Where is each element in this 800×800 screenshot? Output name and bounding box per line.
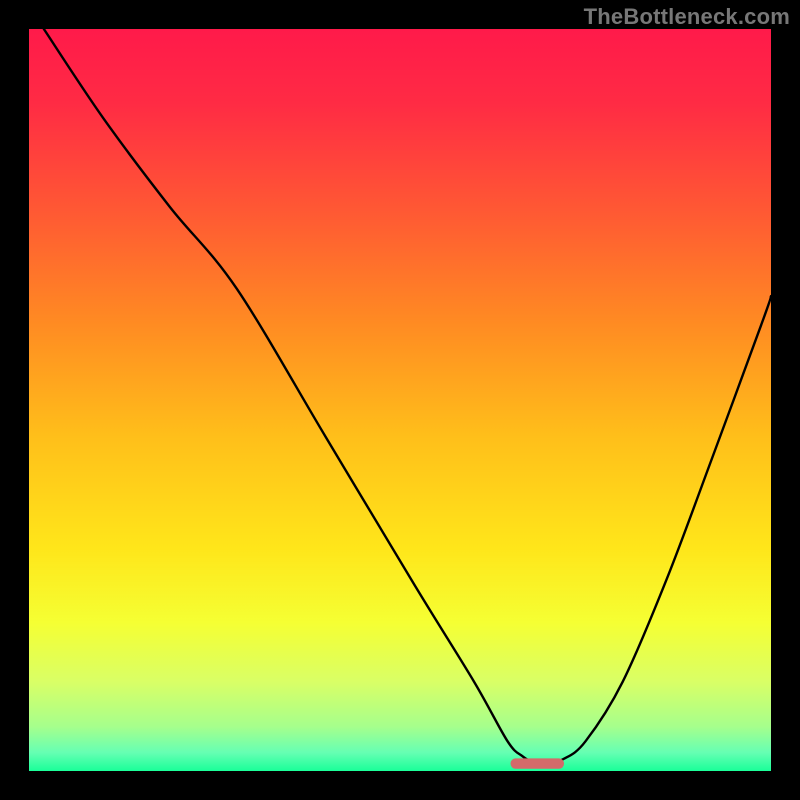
plot-area — [29, 29, 771, 771]
gradient-background — [29, 29, 771, 771]
watermark-text: TheBottleneck.com — [584, 4, 790, 30]
plot-svg — [29, 29, 771, 771]
chart-frame: TheBottleneck.com — [0, 0, 800, 800]
optimal-marker — [511, 758, 564, 768]
